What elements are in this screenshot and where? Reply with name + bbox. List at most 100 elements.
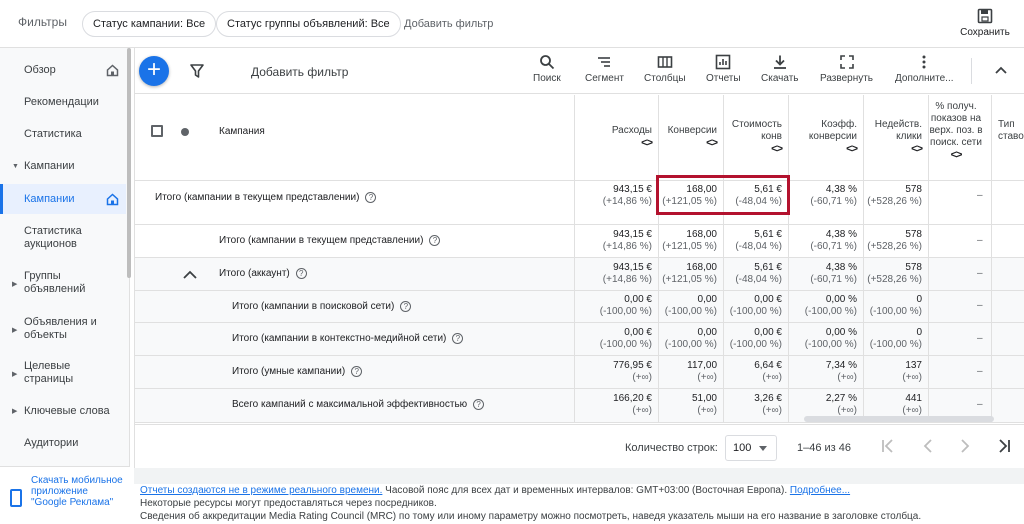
- add-filter-link-top[interactable]: Добавить фильтр: [404, 18, 493, 30]
- sidebar-item-campaigns[interactable]: Кампании: [0, 184, 126, 214]
- col-header-cost[interactable]: Расходы <>: [574, 95, 658, 181]
- more-vert-icon: [922, 55, 926, 69]
- sidebar-item-landing-pages[interactable]: ▶ Целевые страницы: [0, 360, 126, 388]
- app-promo-text: Скачать мобильное приложение "Google Рек…: [31, 475, 123, 508]
- cell-value: 943,15 €: [613, 229, 652, 240]
- col-divider: [928, 95, 929, 423]
- sidebar-item-recommendations[interactable]: Рекомендации: [0, 96, 126, 110]
- col-header-label: Стоимость конв: [731, 119, 782, 142]
- help-icon[interactable]: ?: [400, 301, 412, 312]
- cell-top-impr-share: –: [977, 366, 983, 377]
- cell-conversions: 168,00 (+121,05 %): [655, 229, 717, 253]
- col-header-top-impr-share[interactable]: % получ. показов на верх. поз. в поиск. …: [928, 95, 991, 181]
- col-header-conversions[interactable]: Конверсии <>: [658, 95, 723, 181]
- adgroup-status-chip[interactable]: Статус группы объявлений: Все: [216, 11, 401, 37]
- cell-conv-rate: 4,38 % (-60,71 %): [795, 229, 857, 253]
- cell-value: 166,20 €: [613, 393, 652, 404]
- cell-change: (-100,00 %): [599, 339, 652, 350]
- phone-icon: [10, 489, 22, 507]
- columns-tool-button[interactable]: Столбцы: [644, 54, 686, 84]
- home-icon: [106, 64, 119, 77]
- cell-value: 6,64 €: [754, 360, 782, 371]
- sidebar-item-keywords[interactable]: ▶ Ключевые слова: [0, 405, 126, 419]
- save-icon: [977, 8, 993, 24]
- cell-conversions: 168,00 (+121,05 %): [655, 262, 717, 286]
- expand-tool-button[interactable]: Развернуть: [820, 54, 873, 84]
- filter-icon[interactable]: [189, 63, 205, 79]
- col-header-cost-per-conv[interactable]: Стоимость конв <>: [723, 95, 788, 181]
- cell-value: 51,00: [691, 393, 717, 404]
- cell-change: (-48,04 %): [735, 274, 782, 285]
- search-tool-button[interactable]: Поиск: [533, 54, 561, 84]
- next-page-icon[interactable]: [957, 438, 973, 454]
- sidebar-item-auction-insights[interactable]: Статистика аукционов: [0, 225, 126, 253]
- cell-conv-rate: 4,38 % (-60,71 %): [795, 184, 857, 208]
- cell-change: (+∞): [697, 372, 717, 383]
- tool-label: Скачать: [761, 73, 799, 84]
- sidebar-scrollbar[interactable]: [127, 48, 131, 278]
- sidebar-item-label: Целевые страницы: [24, 360, 74, 385]
- prev-page-icon[interactable]: [920, 438, 936, 454]
- cell-value: 578: [905, 229, 922, 240]
- sidebar-item-overview[interactable]: Обзор: [0, 64, 126, 78]
- reports-tool-button[interactable]: Отчеты: [706, 54, 741, 84]
- save-button[interactable]: Сохранить: [955, 8, 1015, 38]
- cell-value: 0,00 €: [624, 327, 652, 338]
- col-header-conv-rate[interactable]: Коэфф. конверсии <>: [788, 95, 863, 181]
- cell-conv-rate: 7,34 % (+∞): [795, 360, 857, 384]
- cell-change: (+∞): [837, 372, 857, 383]
- first-page-icon[interactable]: [880, 438, 896, 454]
- rows-per-page-select[interactable]: 100: [725, 435, 777, 461]
- more-tool-button[interactable]: Дополните...: [895, 54, 954, 84]
- cell-invalid-clicks: 0 (-100,00 %): [860, 294, 922, 318]
- collapse-chevron-icon[interactable]: [993, 62, 1009, 78]
- campaign-status-chip[interactable]: Статус кампании: Все: [82, 11, 217, 37]
- col-header-bid-type[interactable]: Тип ставо: [991, 95, 1024, 181]
- help-icon[interactable]: ?: [295, 268, 307, 279]
- add-campaign-button[interactable]: +: [139, 56, 169, 86]
- cell-value: 578: [905, 184, 922, 195]
- app-download-promo[interactable]: Скачать мобильное приложение "Google Рек…: [0, 466, 130, 524]
- cell-value: 4,38 %: [825, 229, 857, 240]
- sidebar-item-label: Статистика: [24, 128, 82, 140]
- add-filter-link[interactable]: Добавить фильтр: [251, 65, 348, 79]
- last-page-icon[interactable]: [996, 438, 1012, 454]
- select-all-checkbox[interactable]: [151, 125, 163, 137]
- horizontal-scrollbar[interactable]: [804, 416, 994, 422]
- cell-top-impr-share: –: [977, 300, 983, 311]
- cell-change: (+∞): [632, 405, 652, 416]
- cell-value: 5,61 €: [754, 262, 782, 273]
- caret-right-icon: ▶: [12, 408, 18, 415]
- help-icon[interactable]: ?: [452, 333, 464, 344]
- col-header-label: Расходы: [611, 125, 652, 136]
- col-header-invalid-clicks[interactable]: Недейств. клики <>: [863, 95, 928, 181]
- cell-value: 776,95 €: [613, 360, 652, 371]
- columns-icon: [657, 56, 673, 68]
- sidebar-item-ads-assets[interactable]: ▶ Объявления и объекты: [0, 316, 126, 344]
- campaign-column-header[interactable]: Кампания: [219, 126, 265, 137]
- collapse-row-icon[interactable]: [183, 269, 197, 279]
- cell-cost: 166,20 € (+∞): [590, 393, 652, 417]
- cell-value: 0,00 €: [754, 327, 782, 338]
- cell-value: 7,34 %: [825, 360, 857, 371]
- segment-tool-button[interactable]: Сегмент: [585, 54, 624, 84]
- footer-separator: [134, 468, 1024, 484]
- cell-cost-per-conv: 0,00 € (-100,00 %): [720, 327, 782, 351]
- download-tool-button[interactable]: Скачать: [761, 54, 799, 84]
- cell-invalid-clicks: 578 (+528,26 %): [860, 262, 922, 286]
- cell-change: (-48,04 %): [735, 241, 782, 252]
- help-icon[interactable]: ?: [473, 399, 485, 410]
- help-icon[interactable]: ?: [429, 235, 441, 246]
- more-info-link[interactable]: Подробнее...: [790, 485, 850, 496]
- realtime-link[interactable]: Отчеты создаются не в режиме реального в…: [140, 485, 382, 496]
- help-icon[interactable]: ?: [365, 192, 377, 203]
- sidebar-group-campaigns[interactable]: ▼ Кампании: [0, 160, 126, 174]
- help-icon[interactable]: ?: [351, 366, 363, 377]
- cell-change: (-100,00 %): [804, 339, 857, 350]
- col-header-label: Недейств. клики: [874, 119, 922, 142]
- sidebar-item-ad-groups[interactable]: ▶ Группы объявлений: [0, 270, 126, 298]
- sidebar-item-audiences[interactable]: Аудитории: [0, 437, 126, 451]
- cell-invalid-clicks: 0 (-100,00 %): [860, 327, 922, 351]
- sidebar-item-statistics[interactable]: Статистика: [0, 128, 126, 142]
- toolbar-divider: [971, 58, 972, 84]
